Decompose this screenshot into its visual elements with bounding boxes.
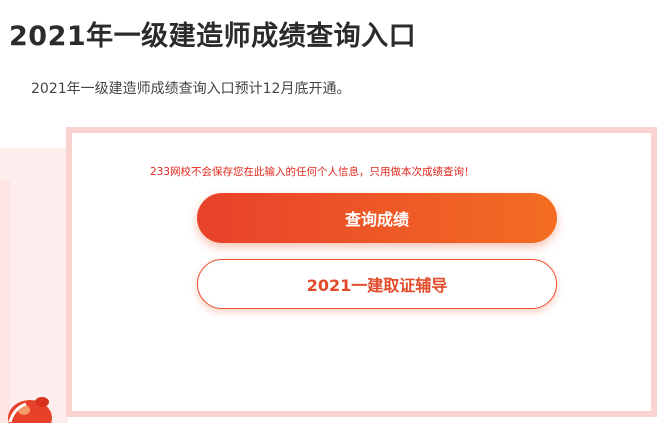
intro-text: 2021年一级建造师成绩查询入口预计12月底开通。 [31,81,351,97]
certification-coaching-button[interactable]: 2021一建取证辅导 [197,259,557,309]
mascot-icon [0,388,60,423]
page-title: 2021年一级建造师成绩查询入口 [9,21,417,52]
query-score-button[interactable]: 查询成绩 [197,193,557,243]
privacy-notice: 233网校不会保存您在此输入的任何个人信息，只用做本次成绩查询！ [150,166,475,178]
background-panel-inner [0,180,10,423]
background-panel [0,148,68,423]
